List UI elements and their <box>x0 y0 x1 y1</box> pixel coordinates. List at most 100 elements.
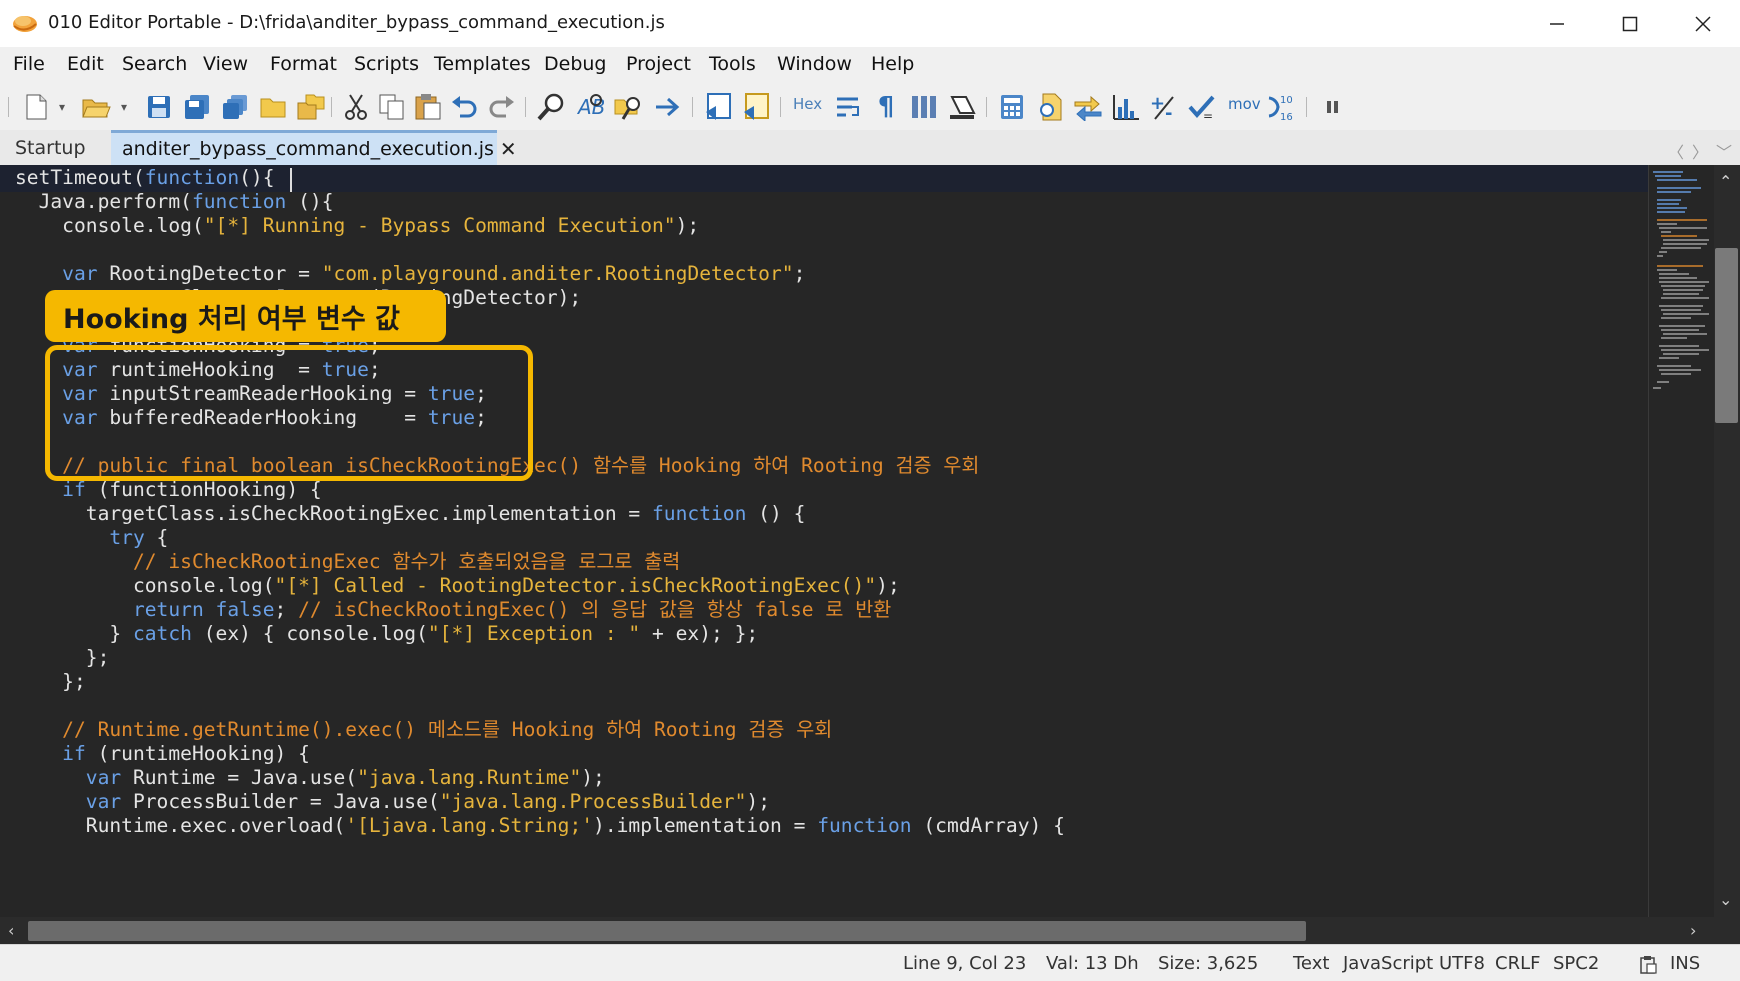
word-wrap-button[interactable] <box>832 91 864 123</box>
goto-button[interactable] <box>651 91 683 123</box>
clipboard-icon[interactable] <box>1638 955 1658 975</box>
open-file-button[interactable] <box>80 91 112 123</box>
histogram-button[interactable] <box>1110 91 1142 123</box>
columns-button[interactable] <box>908 91 940 123</box>
tab-scroll-right-button[interactable]: 〉 <box>1692 139 1708 163</box>
code-token: (){ <box>239 166 275 189</box>
menu-templates[interactable]: Templates <box>434 53 531 75</box>
hex-mode-button[interactable]: Hex <box>793 95 822 113</box>
tab-active-file[interactable]: anditer_bypass_command_execution.js ✕ <box>111 130 517 165</box>
code-line[interactable]: Runtime.exec.overload('[Ljava.lang.Strin… <box>15 813 1065 839</box>
menu-search[interactable]: Search <box>122 53 187 75</box>
compare-button[interactable] <box>1072 91 1104 123</box>
menu-file[interactable]: File <box>13 53 45 75</box>
menu-view[interactable]: View <box>203 53 248 75</box>
status-encoding[interactable]: UTF8 <box>1439 953 1485 974</box>
code-line[interactable]: Java.perform(function (){ <box>15 189 334 215</box>
code-line[interactable]: var RootingDetector = "com.playground.an… <box>15 261 805 287</box>
status-indent[interactable]: SPC2 <box>1553 953 1599 974</box>
cut-icon <box>345 94 367 120</box>
code-line[interactable]: console.log("[*] Called - RootingDetecto… <box>15 573 900 599</box>
scroll-down-icon[interactable]: ⌄ <box>1719 890 1732 909</box>
code-line[interactable]: if (runtimeHooking) { <box>15 741 310 767</box>
vertical-scrollbar-thumb[interactable] <box>1715 248 1738 423</box>
menu-scripts[interactable]: Scripts <box>354 53 419 75</box>
workspace-button[interactable] <box>295 91 327 123</box>
menu-project[interactable]: Project <box>626 53 691 75</box>
highlight-button[interactable] <box>946 91 978 123</box>
code-line[interactable]: console.log("[*] Running - Bypass Comman… <box>15 213 699 239</box>
code-token: { <box>144 526 169 549</box>
code-token: (runtimeHooking) { <box>85 742 310 765</box>
code-line[interactable]: } catch (ex) { console.log("[*] Exceptio… <box>15 621 758 647</box>
code-line[interactable]: targetClass.isCheckRootingExec.implement… <box>15 501 806 527</box>
status-cursor-position[interactable]: Line 9, Col 23 <box>903 953 1026 974</box>
paste-button[interactable] <box>412 91 444 123</box>
tab-list-button[interactable]: ﹀ <box>1716 139 1732 163</box>
code-token: "[*] Running - Bypass Command Execution" <box>203 214 676 237</box>
calculator-button[interactable] <box>996 91 1028 123</box>
menu-debug[interactable]: Debug <box>544 53 606 75</box>
status-insert-mode[interactable]: INS <box>1670 953 1700 974</box>
code-editor[interactable]: setTimeout(function(){ Java.perform(func… <box>0 165 1648 917</box>
save-as-button[interactable] <box>181 91 213 123</box>
close-tab-icon[interactable]: ✕ <box>500 137 517 161</box>
code-token: + ex); }; <box>640 622 759 645</box>
save-all-button[interactable] <box>219 91 251 123</box>
save-as-icon <box>185 95 209 119</box>
close-icon <box>1695 15 1711 32</box>
menu-help[interactable]: Help <box>871 53 914 75</box>
code-line[interactable]: }; <box>15 645 110 671</box>
replace-button[interactable]: AB <box>573 91 605 123</box>
scroll-left-icon[interactable]: ‹ <box>8 921 14 940</box>
code-line[interactable]: // isCheckRootingExec 함수가 호출되었음을 로그로 출력 <box>15 549 680 575</box>
code-token: () { <box>746 502 806 525</box>
minimize-button[interactable] <box>1522 0 1592 47</box>
tab-scroll-left-button[interactable]: 〈 <box>1668 139 1684 163</box>
menu-format[interactable]: Format <box>270 53 337 75</box>
menu-tools[interactable]: Tools <box>709 53 756 75</box>
open-folder-button[interactable] <box>257 91 289 123</box>
minimap[interactable] <box>1648 165 1714 917</box>
toolbar-separator <box>986 97 987 117</box>
open-file-dropdown[interactable]: ▾ <box>114 91 134 123</box>
run-script-button[interactable] <box>703 91 735 123</box>
tab-startup[interactable]: Startup <box>0 130 106 165</box>
close-window-button[interactable] <box>1668 0 1738 47</box>
code-line[interactable]: try { <box>15 525 168 551</box>
undo-button[interactable] <box>448 91 480 123</box>
status-edit-mode[interactable]: Text <box>1293 953 1329 974</box>
status-line-ending[interactable]: CRLF <box>1495 953 1540 974</box>
new-file-button[interactable] <box>20 91 52 123</box>
menu-edit[interactable]: Edit <box>67 53 104 75</box>
code-token: try <box>15 526 145 549</box>
disassemble-button[interactable]: mov <box>1228 95 1261 113</box>
redo-button[interactable] <box>486 91 518 123</box>
scroll-up-icon[interactable]: ⌃ <box>1719 172 1732 191</box>
code-line[interactable]: return false; // isCheckRootingExec() 의 … <box>15 597 891 623</box>
new-file-dropdown[interactable]: ▾ <box>52 91 72 123</box>
scroll-right-icon[interactable]: › <box>1690 921 1696 940</box>
find-in-files-button[interactable] <box>612 91 644 123</box>
base-converter-button[interactable]: + - <box>1148 91 1180 123</box>
show-whitespace-button[interactable]: ¶ <box>870 91 902 123</box>
status-language[interactable]: JavaScript <box>1343 953 1433 974</box>
copy-button[interactable] <box>376 91 408 123</box>
horizontal-scrollbar-thumb[interactable] <box>28 921 1306 941</box>
code-line[interactable]: }; <box>15 669 86 695</box>
menu-window[interactable]: Window <box>777 53 852 75</box>
save-button[interactable] <box>143 91 175 123</box>
code-line[interactable]: var Runtime = Java.use("java.lang.Runtim… <box>15 765 605 791</box>
code-line[interactable]: // Runtime.getRuntime().exec() 메소드를 Hook… <box>15 717 832 743</box>
find-button[interactable] <box>535 91 567 123</box>
cut-button[interactable] <box>340 91 372 123</box>
maximize-button[interactable] <box>1595 0 1665 47</box>
code-token: console.log( <box>15 574 275 597</box>
code-line[interactable]: var ProcessBuilder = Java.use("java.lang… <box>15 789 770 815</box>
byte-order-button[interactable]: 10 16 <box>1265 91 1297 123</box>
inspector-button[interactable] <box>1034 91 1066 123</box>
code-line[interactable]: setTimeout(function(){ <box>15 165 275 191</box>
checksum-button[interactable]: = <box>1186 91 1218 123</box>
pause-button[interactable] <box>1317 91 1349 123</box>
run-template-button[interactable] <box>741 91 773 123</box>
